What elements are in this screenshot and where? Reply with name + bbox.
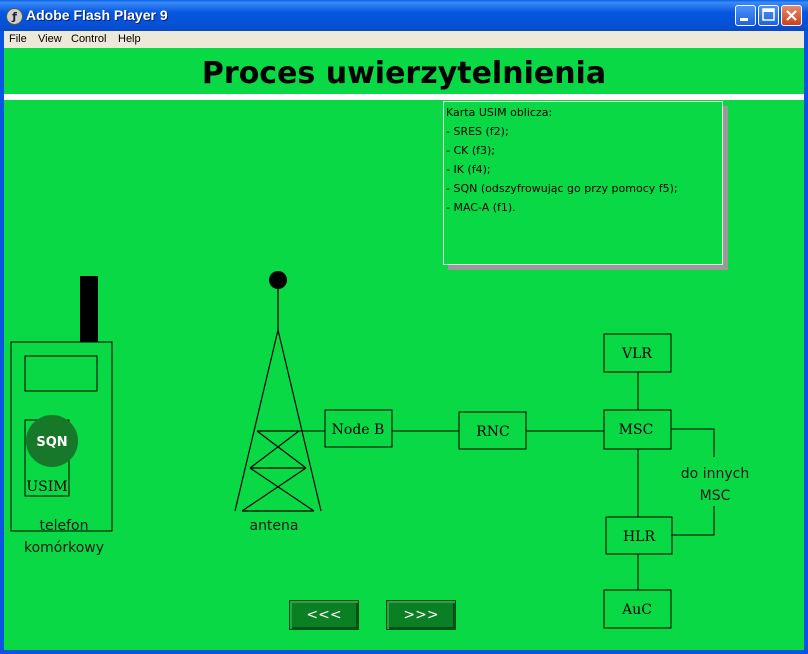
- vlr-label: VLR: [621, 346, 652, 362]
- other-msc-line2: MSC: [700, 488, 731, 504]
- menu-view[interactable]: View: [38, 33, 62, 45]
- flash-player-icon: ƒ: [6, 8, 23, 25]
- menu-control[interactable]: Control: [71, 33, 106, 45]
- menu-bar: File View Control Help: [4, 31, 804, 48]
- connection-lines: [299, 372, 715, 590]
- vlr-box: VLR: [603, 333, 672, 373]
- node-b-label: Node B: [332, 422, 385, 438]
- next-button[interactable]: >>>: [386, 600, 456, 630]
- rnc-label: RNC: [476, 424, 510, 440]
- antenna-label: antena: [249, 518, 298, 534]
- msc-label: MSC: [619, 422, 654, 438]
- menu-file[interactable]: File: [9, 33, 27, 45]
- previous-button[interactable]: <<<: [289, 600, 359, 630]
- antenna-tower-icon: [234, 288, 322, 512]
- maximize-icon: [762, 8, 775, 21]
- maximize-button[interactable]: [758, 5, 779, 26]
- menu-help[interactable]: Help: [118, 33, 141, 45]
- usim-label: USIM: [26, 479, 67, 495]
- phone-caption-line1: telefon: [40, 518, 89, 534]
- auc-box: AuC: [603, 589, 672, 629]
- window-title: Adobe Flash Player 9: [26, 7, 168, 23]
- antenna-tip: [269, 271, 287, 289]
- network-diagram: SQN USIM telefon komórkowy antena Node B…: [10, 271, 749, 629]
- hlr-label: HLR: [623, 529, 656, 545]
- phone-caption-line2: komórkowy: [24, 540, 104, 556]
- close-button[interactable]: [781, 5, 802, 26]
- sqn-badge: SQN: [36, 435, 67, 450]
- phone-icon: SQN USIM: [10, 276, 113, 532]
- flash-player-window: ƒ Adobe Flash Player 9 File View Control…: [0, 0, 808, 654]
- minimize-button[interactable]: [735, 5, 756, 26]
- rnc-box: RNC: [458, 411, 527, 450]
- auc-label: AuC: [621, 602, 652, 618]
- minimize-icon: [740, 18, 748, 21]
- other-msc-line1: do innych: [681, 466, 749, 482]
- node-b-box: Node B: [324, 409, 393, 448]
- close-icon: [786, 10, 797, 21]
- hlr-box: HLR: [605, 516, 673, 555]
- msc-box: MSC: [603, 409, 672, 450]
- flash-stage: Proces uwierzytelnienia Karta USIM oblic…: [4, 48, 804, 650]
- title-bar[interactable]: ƒ Adobe Flash Player 9: [0, 0, 808, 31]
